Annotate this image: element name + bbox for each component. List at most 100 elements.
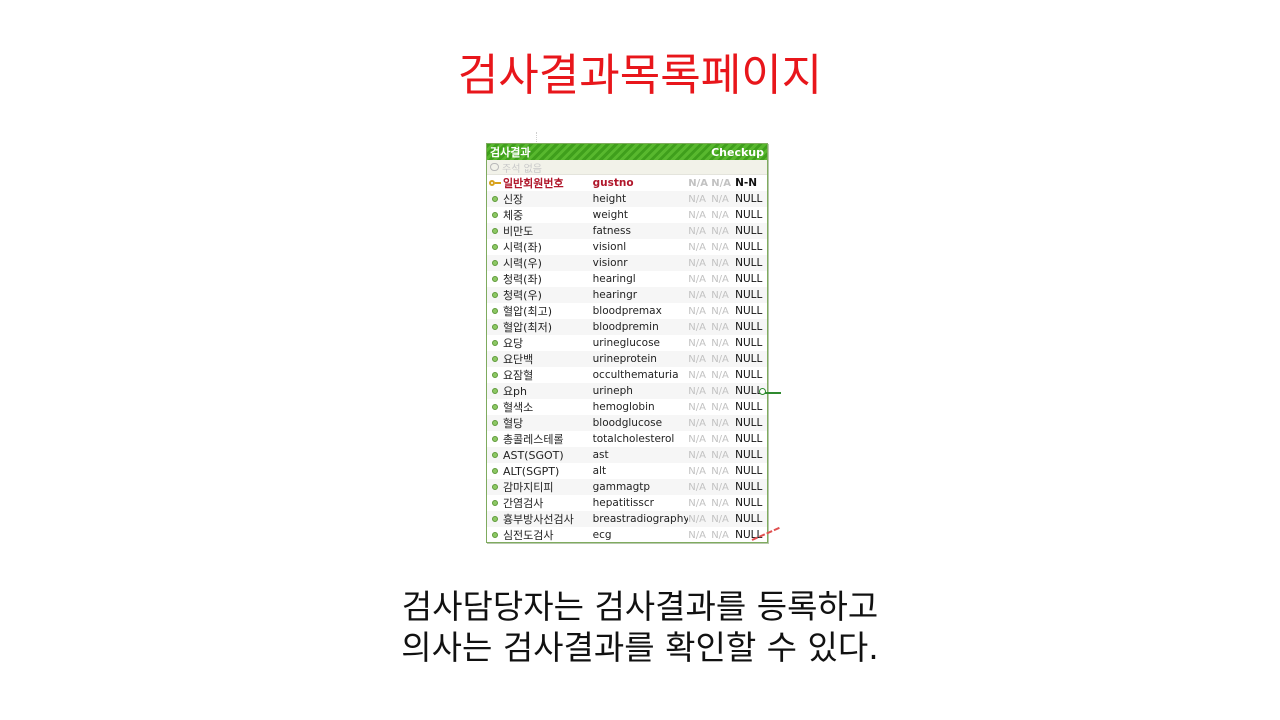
table-row[interactable]: 혈압(최저) bloodpremin N/A N/A NULL bbox=[487, 319, 767, 335]
column-domain: N/A bbox=[711, 529, 729, 541]
table-row[interactable]: 혈당 bloodglucose N/A N/A NULL bbox=[487, 415, 767, 431]
column-physical-name: ast bbox=[592, 449, 609, 461]
table-row[interactable]: 감마지티피 gammagtp N/A N/A NULL bbox=[487, 479, 767, 495]
column-logical-name: ALT(SGPT) bbox=[502, 464, 560, 478]
column-dot-icon bbox=[487, 308, 503, 314]
entity-header[interactable]: 검사결과 Checkup bbox=[487, 144, 767, 160]
column-domain: N/A bbox=[711, 177, 731, 189]
description-line-1: 검사담당자는 검사결과를 등록하고 bbox=[401, 587, 879, 626]
column-domain: N/A bbox=[711, 241, 729, 253]
table-row[interactable]: 총콜레스테롤 totalcholesterol N/A N/A NULL bbox=[487, 431, 767, 447]
attribute-icon bbox=[491, 308, 498, 314]
column-nullability: NULL bbox=[735, 369, 763, 381]
table-row[interactable]: 요ph urineph N/A N/A NULL bbox=[487, 383, 767, 399]
entity-checkup[interactable]: 검사결과 Checkup 주석 없음 일반회원번호 gustno N/A N/A N-N… bbox=[486, 143, 768, 543]
column-dot-icon bbox=[487, 356, 503, 362]
column-physical-name: hearingr bbox=[592, 289, 638, 301]
column-logical-name: 요당 bbox=[502, 337, 524, 350]
column-domain: N/A bbox=[711, 209, 729, 221]
table-row[interactable]: 혈압(최고) bloodpremax N/A N/A NULL bbox=[487, 303, 767, 319]
column-logical-name: 시력(우) bbox=[502, 257, 542, 270]
column-dot-icon bbox=[487, 500, 503, 506]
column-dot-icon bbox=[487, 340, 503, 346]
column-datatype: N/A bbox=[688, 257, 706, 269]
column-physical-name: alt bbox=[592, 465, 607, 477]
table-row[interactable]: 비만도 fatness N/A N/A NULL bbox=[487, 223, 767, 239]
column-nullability: NULL bbox=[735, 449, 763, 461]
column-nullability: NULL bbox=[735, 497, 763, 509]
table-row[interactable]: 신장 height N/A N/A NULL bbox=[487, 191, 767, 207]
column-dot-icon bbox=[487, 436, 503, 442]
column-physical-name: fatness bbox=[592, 225, 631, 237]
column-logical-name: 심전도검사 bbox=[502, 529, 554, 542]
table-row[interactable]: 청력(좌) hearingl N/A N/A NULL bbox=[487, 271, 767, 287]
column-domain: N/A bbox=[711, 193, 729, 205]
table-row[interactable]: 요잠혈 occulthematuria N/A N/A NULL bbox=[487, 367, 767, 383]
table-row[interactable]: 혈색소 hemoglobin N/A N/A NULL bbox=[487, 399, 767, 415]
table-row[interactable]: 심전도검사 ecg N/A N/A NULL bbox=[487, 527, 767, 543]
attribute-icon bbox=[491, 260, 498, 266]
table-row[interactable]: 청력(우) hearingr N/A N/A NULL bbox=[487, 287, 767, 303]
table-row[interactable]: 시력(좌) visionl N/A N/A NULL bbox=[487, 239, 767, 255]
table-row[interactable]: ALT(SGPT) alt N/A N/A NULL bbox=[487, 463, 767, 479]
column-physical-name: hemoglobin bbox=[592, 401, 655, 413]
attribute-icon bbox=[491, 420, 498, 426]
table-row[interactable]: 요당 urineglucose N/A N/A NULL bbox=[487, 335, 767, 351]
table-row[interactable]: 시력(우) visionr N/A N/A NULL bbox=[487, 255, 767, 271]
table-row[interactable]: 간염검사 hepatitisscr N/A N/A NULL bbox=[487, 495, 767, 511]
column-domain: N/A bbox=[711, 385, 729, 397]
column-nullability: N-N bbox=[735, 177, 758, 189]
column-datatype: N/A bbox=[688, 273, 706, 285]
column-datatype: N/A bbox=[688, 497, 706, 509]
table-row[interactable]: 흉부방사선검사 breastradiography N/A N/A NULL bbox=[487, 511, 767, 527]
column-logical-name: 흉부방사선검사 bbox=[502, 513, 574, 526]
attribute-icon bbox=[491, 356, 498, 362]
relationship-endpoint-icon[interactable] bbox=[759, 388, 766, 395]
column-dot-icon bbox=[487, 452, 503, 458]
attribute-icon bbox=[491, 452, 498, 458]
slide-title: 검사결과목록페이지 bbox=[457, 50, 823, 101]
column-physical-name: urineph bbox=[592, 385, 633, 397]
key-icon bbox=[487, 179, 503, 187]
attribute-icon bbox=[491, 196, 498, 202]
column-dot-icon bbox=[487, 468, 503, 474]
column-logical-name: 신장 bbox=[502, 193, 524, 206]
column-domain: N/A bbox=[711, 417, 729, 429]
column-dot-icon bbox=[487, 372, 503, 378]
column-datatype: N/A bbox=[688, 465, 706, 477]
entity-physical-name: Checkup bbox=[711, 145, 764, 159]
column-logical-name: 요ph bbox=[502, 385, 528, 398]
attribute-icon bbox=[491, 276, 498, 282]
column-datatype: N/A bbox=[688, 513, 706, 525]
column-nullability: NULL bbox=[735, 209, 763, 221]
column-domain: N/A bbox=[711, 401, 729, 413]
table-row[interactable]: 체중 weight N/A N/A NULL bbox=[487, 207, 767, 223]
column-datatype: N/A bbox=[688, 209, 706, 221]
column-datatype: N/A bbox=[688, 433, 706, 445]
column-physical-name: occulthematuria bbox=[592, 369, 679, 381]
table-row[interactable]: AST(SGOT) ast N/A N/A NULL bbox=[487, 447, 767, 463]
table-row[interactable]: 요단백 urineprotein N/A N/A NULL bbox=[487, 351, 767, 367]
column-nullability: NULL bbox=[735, 401, 763, 413]
column-list: 일반회원번호 gustno N/A N/A N-N 신장 height N/A N/A NULL 체… bbox=[487, 175, 767, 543]
column-dot-icon bbox=[487, 276, 503, 282]
column-logical-name: 총콜레스테롤 bbox=[502, 433, 564, 446]
column-nullability: NULL bbox=[735, 241, 763, 253]
column-physical-name: bloodpremax bbox=[592, 305, 662, 317]
column-datatype: N/A bbox=[688, 177, 709, 189]
attribute-icon bbox=[491, 372, 498, 378]
table-row-primary-key[interactable]: 일반회원번호 gustno N/A N/A N-N bbox=[487, 175, 767, 191]
column-physical-name: visionr bbox=[592, 257, 628, 269]
column-logical-name: 요단백 bbox=[502, 353, 534, 366]
column-logical-name: 청력(좌) bbox=[502, 273, 542, 286]
column-domain: N/A bbox=[711, 513, 729, 525]
column-datatype: N/A bbox=[688, 321, 706, 333]
column-domain: N/A bbox=[711, 353, 729, 365]
column-nullability: NULL bbox=[735, 321, 763, 333]
column-domain: N/A bbox=[711, 449, 729, 461]
column-logical-name: 간염검사 bbox=[502, 497, 544, 510]
comment-icon bbox=[490, 163, 499, 171]
attribute-icon bbox=[491, 228, 498, 234]
attribute-icon bbox=[491, 404, 498, 410]
column-nullability: NULL bbox=[735, 417, 763, 429]
